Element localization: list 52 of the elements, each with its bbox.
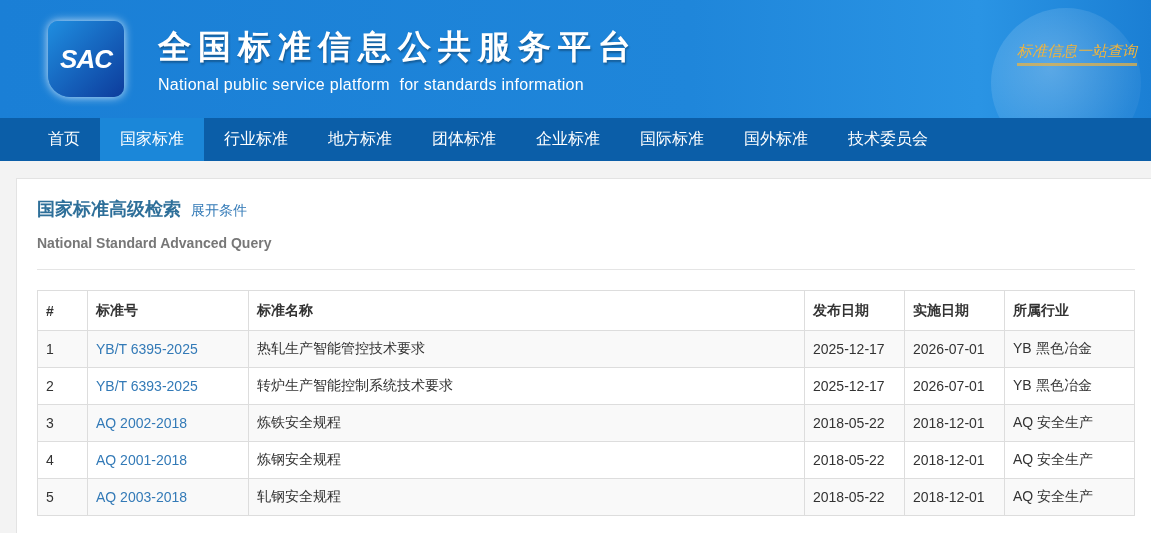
section-title: 国家标准高级检索: [37, 198, 181, 221]
column-header: 标准名称: [248, 290, 805, 331]
table-cell: AQ 安全生产: [1004, 404, 1135, 442]
logo: SAC: [48, 21, 124, 97]
table-cell: 2018-05-22: [804, 478, 905, 516]
nav-tab[interactable]: 技术委员会: [828, 118, 948, 161]
table-cell: 2018-12-01: [904, 478, 1005, 516]
table-cell: 热轧生产智能管控技术要求: [248, 330, 805, 368]
column-header: 标准号: [87, 290, 249, 331]
site-subtitle: National public service platform for standards information: [158, 75, 585, 94]
column-header: #: [37, 290, 88, 331]
standard-link[interactable]: AQ 2003-2018: [96, 489, 188, 505]
table-cell: 转炉生产智能控制系统技术要求: [248, 367, 805, 405]
nav-tab[interactable]: 地方标准: [308, 118, 412, 161]
table-cell: 2026-07-01: [904, 330, 1005, 368]
table-cell: 2018-05-22: [804, 404, 905, 442]
standard-link[interactable]: YB/T 6393-2025: [96, 378, 198, 394]
standard-link[interactable]: AQ 2002-2018: [96, 415, 188, 431]
table-cell: YB 黑色冶金: [1004, 330, 1135, 368]
section-subtitle: National Standard Advanced Query: [37, 235, 273, 251]
column-header: 发布日期: [804, 290, 905, 331]
table-cell: 2025-12-17: [804, 330, 905, 368]
standard-link[interactable]: YB/T 6395-2025: [96, 341, 198, 357]
table-cell: AQ 安全生产: [1004, 441, 1135, 479]
table-cell: 2025-12-17: [804, 367, 905, 405]
nav-tab[interactable]: 行业标准: [204, 118, 308, 161]
column-header: 实施日期: [904, 290, 1005, 331]
nav-tab[interactable]: 国家标准: [100, 118, 204, 161]
table-cell: 4: [37, 441, 88, 479]
nav-tab[interactable]: 首页: [28, 118, 100, 161]
table-cell: 2018-05-22: [804, 441, 905, 479]
table-cell: 2026-07-01: [904, 367, 1005, 405]
table-cell: 2: [37, 367, 88, 405]
table-cell: AQ 安全生产: [1004, 478, 1135, 516]
table-cell: 轧钢安全规程: [248, 478, 805, 516]
table-cell: 炼铁安全规程: [248, 404, 805, 442]
table-cell: 2018-12-01: [904, 404, 1005, 442]
table-cell: 1: [37, 330, 88, 368]
expand-link[interactable]: 展开条件: [191, 202, 247, 220]
table-cell: 炼钢安全规程: [248, 441, 805, 479]
slogan: 标准信息一站查询: [1017, 42, 1137, 66]
column-header: 所属行业: [1004, 290, 1135, 331]
table-cell: 2018-12-01: [904, 441, 1005, 479]
standard-link[interactable]: AQ 2001-2018: [96, 452, 188, 468]
table-cell: 3: [37, 404, 88, 442]
nav-tab[interactable]: 企业标准: [516, 118, 620, 161]
nav-tab[interactable]: 国际标准: [620, 118, 724, 161]
nav-tab[interactable]: 团体标准: [412, 118, 516, 161]
site-title: 全国标准信息公共服务平台: [158, 26, 638, 67]
table-cell: 5: [37, 478, 88, 516]
nav-tab[interactable]: 国外标准: [724, 118, 828, 161]
table-cell: YB 黑色冶金: [1004, 367, 1135, 405]
